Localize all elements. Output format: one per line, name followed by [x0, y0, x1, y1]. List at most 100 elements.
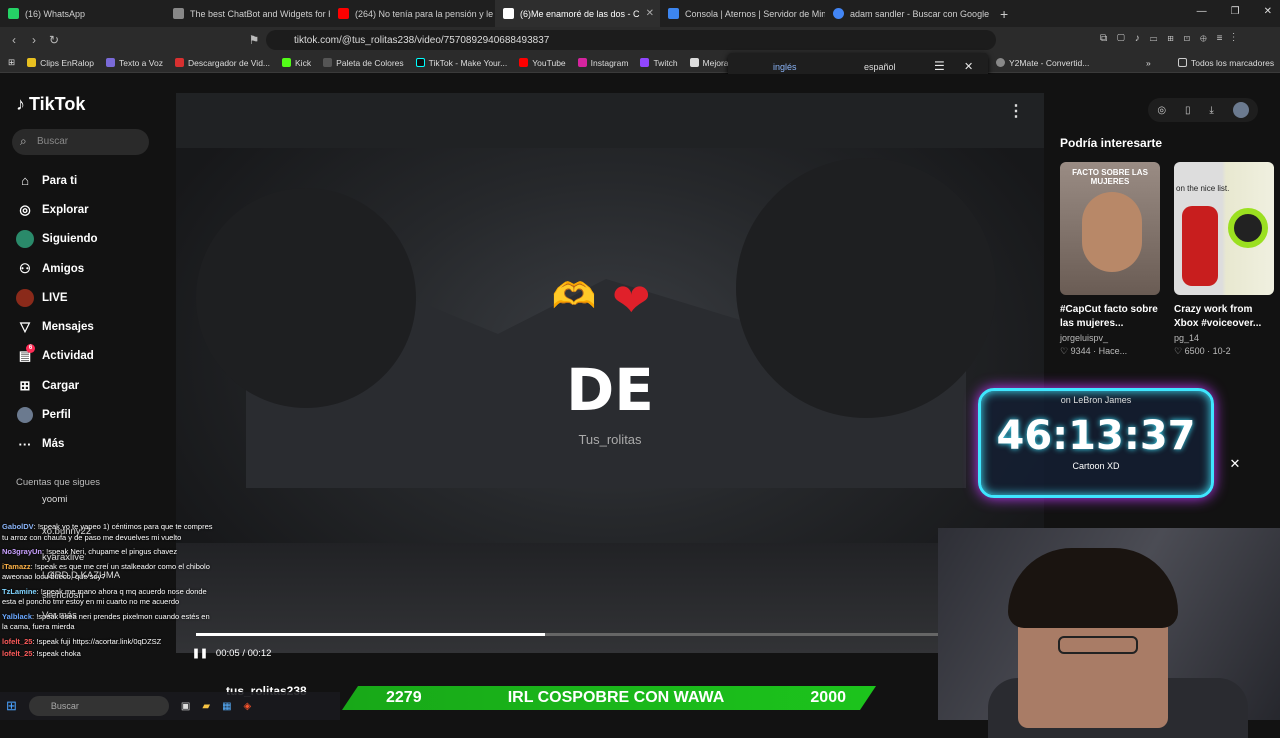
task-view-icon[interactable]: ▣ — [181, 701, 190, 712]
streamer-hair — [1008, 548, 1178, 628]
compass-icon[interactable]: ◎ — [1157, 105, 1166, 116]
close-icon[interactable]: ✕ — [1226, 456, 1244, 474]
bookmark-item[interactable]: Clips EnRalop — [27, 58, 94, 68]
recommendation-card[interactable]: FACTO SOBRE LAS MUJERES #CapCut facto so… — [1060, 162, 1160, 357]
tab-5[interactable]: adam sandler - Buscar con Google — [825, 0, 990, 27]
chat-user: GabolDV — [2, 522, 34, 531]
forward-icon[interactable]: › — [24, 33, 44, 47]
sidebar-item-live[interactable]: LIVE — [14, 283, 98, 312]
minimize-icon[interactable]: — — [1197, 6, 1207, 17]
stats-text: 9344 · Hace... — [1070, 346, 1128, 356]
recommendation-thumbnail: on the nice list. — [1174, 162, 1274, 295]
bookmark-item[interactable]: Y2Mate - Convertid... — [996, 58, 1089, 68]
bookmark-item[interactable]: Texto a Voz — [106, 58, 163, 68]
store-icon[interactable]: ▦ — [222, 701, 231, 712]
top-right-actions: ◎ ▯ ⤓ — [1148, 98, 1258, 122]
video-progress-bar[interactable] — [196, 633, 938, 636]
notification-badge: 6 — [26, 344, 35, 354]
timer-footer: Cartoon XD — [1072, 461, 1120, 471]
recommendations-title: Podría interesarte — [1060, 136, 1163, 150]
apps-icon[interactable]: ⊞ — [8, 57, 15, 68]
url-text: tiktok.com/@tus_rolitas238/video/7570892… — [294, 35, 550, 46]
avatar[interactable] — [1232, 102, 1249, 118]
recommendation-user: pg_14 — [1174, 333, 1200, 343]
banner-right-count: 2000 — [810, 689, 846, 706]
sidebar-item-mas[interactable]: ··· Más — [14, 430, 98, 459]
sidebar-item-cargar[interactable]: ⊞ Cargar — [14, 371, 98, 400]
brave-icon[interactable]: ◈ — [244, 701, 252, 712]
menu-icon[interactable]: ☰ — [934, 59, 945, 73]
sidebar-item-mensajes[interactable]: ▽ Mensajes — [14, 312, 98, 341]
reload-icon[interactable]: ↻ — [44, 33, 64, 47]
taskbar-search[interactable]: Buscar — [28, 696, 169, 716]
bookmark-item[interactable]: YouTube — [519, 58, 566, 68]
lang-option-english[interactable]: inglés — [773, 62, 797, 72]
tab-4[interactable]: Consola | Aternos | Servidor de Mine — [660, 0, 825, 27]
thumb-text: FACTO SOBRE LAS MUJERES — [1072, 168, 1148, 186]
bookmark-item[interactable]: Instagram — [577, 57, 629, 68]
new-tab-icon[interactable]: + — [990, 6, 1018, 22]
sidebar-item-label: Para ti — [42, 174, 78, 187]
more-options-icon[interactable]: ⋮ — [1008, 101, 1024, 121]
lang-option-spanish[interactable]: español — [864, 62, 896, 72]
video-player[interactable]: 🫶 ❤ DE Tus_rolitas ⋮ — [176, 93, 1044, 653]
sidebar-item-perfil[interactable]: Perfil — [14, 400, 98, 429]
phone-icon[interactable]: ▯ — [1185, 105, 1191, 116]
stream-timer-overlay: on LeBron James 46:13:37 Cartoon XD — [978, 388, 1214, 498]
bookmark-label: Descargador de Vid... — [187, 57, 271, 68]
tab-2[interactable]: (264) No tenía para la pensión y le c — [330, 0, 495, 27]
tiktok-note-icon: ♪ — [16, 94, 25, 114]
sidebar-item-explorar[interactable]: ◎ Explorar — [14, 195, 98, 224]
tab-title: (6)Me enamoré de las dos - C — [520, 8, 640, 19]
timer-value: 46:13:37 — [996, 413, 1196, 459]
bookmark-item[interactable]: Kick — [282, 58, 311, 68]
home-icon: ⌂ — [21, 173, 29, 189]
bookmark-item[interactable]: Twitch — [640, 58, 678, 68]
bookmark-icon — [282, 58, 292, 67]
extensions-icons: ⧉▢♪▭⊞⊡⊕≡⋮ — [1100, 33, 1245, 44]
file-explorer-icon[interactable]: ▰ — [202, 701, 210, 712]
bookmark-icon — [689, 58, 699, 67]
tab-3-active[interactable]: (6)Me enamoré de las dos - C ✕ — [495, 0, 660, 27]
windows-start-icon[interactable]: ⊞ — [6, 698, 17, 714]
tab-0[interactable]: (16) WhatsApp — [0, 0, 165, 27]
tab-1[interactable]: The best ChatBot and Widgets for Ki — [165, 0, 330, 27]
download-icon[interactable]: ⤓ — [1209, 105, 1213, 116]
timer-label: on LeBron James — [1060, 395, 1132, 405]
sidebar-item-para-ti[interactable]: ⌂ Para ti — [14, 166, 98, 195]
bookmark-icon[interactable]: ⚑ — [244, 33, 264, 47]
tab-title: (16) WhatsApp — [25, 8, 86, 19]
sidebar-item-amigos[interactable]: ⚇ Amigos — [14, 254, 98, 283]
back-icon[interactable]: ‹ — [4, 33, 24, 47]
tab-title: Consola | Aternos | Servidor de Mine — [685, 8, 825, 19]
bookmark-label: TikTok - Make Your... — [428, 57, 508, 68]
url-input[interactable]: tiktok.com/@tus_rolitas238/video/7570892… — [266, 30, 996, 50]
bookmark-item[interactable]: Paleta de Colores — [323, 58, 404, 68]
thumb-text: on the nice list. — [1176, 184, 1230, 193]
tiktok-logo[interactable]: ♪ TikTok — [16, 94, 85, 115]
recommendation-thumbnail: FACTO SOBRE LAS MUJERES — [1060, 162, 1160, 295]
bookmark-item[interactable]: TikTok - Make Your... — [415, 57, 508, 68]
close-window-icon[interactable]: ✕ — [1264, 6, 1272, 17]
close-icon[interactable]: ✕ — [964, 60, 973, 73]
chat-text: : !speak Neri, chupame el pingus chavez — [42, 547, 178, 556]
streamer-glasses — [1058, 636, 1138, 654]
more-icon: ··· — [18, 436, 32, 452]
all-bookmarks[interactable]: Todos los marcadores — [1178, 58, 1274, 68]
bookmark-label: Kick — [295, 57, 312, 68]
chat-message: TzLamine: !speak me mano ahora q mq acue… — [2, 587, 216, 608]
folder-icon — [1178, 58, 1187, 67]
recommendation-card[interactable]: on the nice list. Crazy work from Xbox #… — [1174, 162, 1274, 357]
sidebar-item-actividad[interactable]: ▤ 6 Actividad — [14, 342, 98, 371]
bookmark-label: Instagram — [590, 57, 629, 68]
restore-icon[interactable]: ❐ — [1231, 6, 1240, 17]
close-tab-icon[interactable]: ✕ — [646, 8, 654, 19]
bookmark-icon — [577, 58, 587, 67]
chat-message: GabolDV: !speak yo te yapeo 1) céntimos … — [2, 522, 216, 543]
search-input[interactable]: ⌕ Buscar — [12, 129, 149, 155]
more-bookmarks-icon[interactable]: » — [1146, 58, 1151, 68]
bookmark-item[interactable]: Descargador de Vid... — [174, 57, 271, 68]
chat-user: TzLamine — [2, 586, 37, 596]
sidebar-item-siguiendo[interactable]: Siguiendo — [14, 225, 98, 254]
taskbar-search-text: Buscar — [50, 701, 79, 711]
